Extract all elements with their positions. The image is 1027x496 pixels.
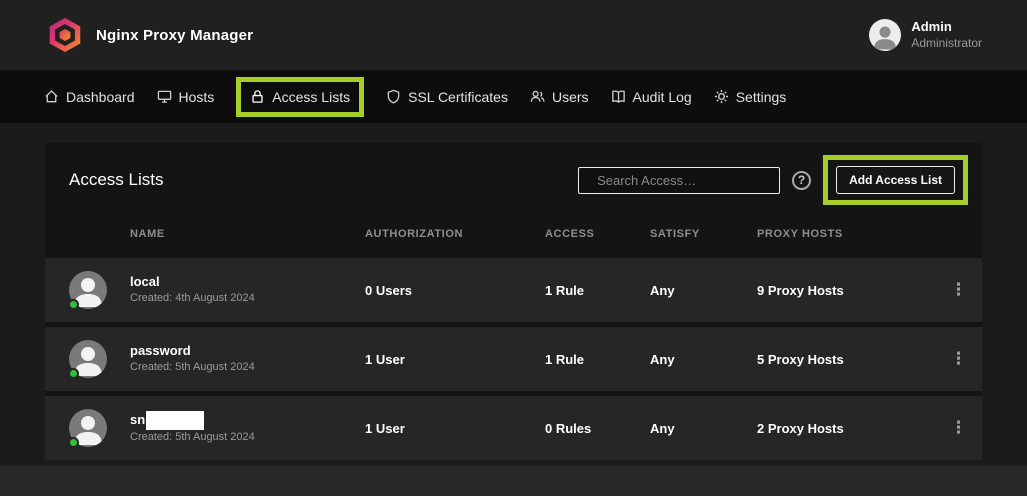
satisfy-cell: Any	[650, 421, 757, 436]
kebab-menu-icon[interactable]: ⋮	[946, 347, 971, 372]
app-header: Nginx Proxy Manager Admin Administrator	[0, 0, 1027, 70]
monitor-icon	[157, 89, 172, 104]
authorization-cell: 1 User	[365, 421, 545, 436]
nav-label: Hosts	[179, 89, 215, 105]
access-cell: 0 Rules	[545, 421, 650, 436]
authorization-cell: 1 User	[365, 352, 545, 367]
access-cell: 1 Rule	[545, 283, 650, 298]
nav-label: Users	[552, 89, 589, 105]
name-cell: local Created: 4th August 2024	[130, 273, 365, 307]
book-icon	[611, 89, 626, 104]
users-icon	[530, 89, 545, 104]
name-cell: sn Created: 5th August 2024	[130, 411, 365, 445]
nav-label: SSL Certificates	[408, 89, 508, 105]
nav-item-dashboard[interactable]: Dashboard	[44, 89, 135, 105]
column-proxy-hosts: Proxy Hosts	[757, 228, 935, 240]
avatar	[69, 271, 107, 309]
proxy-hosts-cell: 5 Proxy Hosts	[757, 352, 935, 367]
nav-item-audit-log[interactable]: Audit Log	[611, 89, 692, 105]
card-header: Access Lists ? Add Access List	[45, 143, 982, 215]
avatar	[69, 340, 107, 378]
add-access-list-button[interactable]: Add Access List	[836, 166, 955, 194]
app-title: Nginx Proxy Manager	[96, 27, 253, 44]
access-list-name: password	[130, 342, 365, 360]
table-row[interactable]: password Created: 5th August 2024 1 User…	[45, 327, 982, 391]
shield-icon	[386, 89, 401, 104]
kebab-menu-icon[interactable]: ⋮	[946, 416, 971, 441]
proxy-hosts-cell: 2 Proxy Hosts	[757, 421, 935, 436]
created-date: Created: 5th August 2024	[130, 430, 365, 445]
annotation-add-access-list: Add Access List	[823, 155, 968, 205]
nav-item-users[interactable]: Users	[530, 89, 589, 105]
avatar-cell	[45, 271, 130, 309]
access-list-name: local	[130, 273, 365, 291]
nav-item-ssl-certificates[interactable]: SSL Certificates	[386, 89, 508, 105]
column-access: Access	[545, 228, 650, 240]
avatar-cell	[45, 409, 130, 447]
main-nav: Dashboard Hosts Access Lists SSL Certifi…	[0, 70, 1027, 123]
nav-item-settings[interactable]: Settings	[714, 89, 787, 105]
column-name: Name	[130, 228, 365, 240]
nav-item-access-lists[interactable]: Access Lists	[236, 77, 364, 117]
home-icon	[44, 89, 59, 104]
nav-label: Dashboard	[66, 89, 135, 105]
avatar-cell	[45, 340, 130, 378]
search-input[interactable]	[597, 173, 773, 188]
help-icon[interactable]: ?	[792, 171, 811, 190]
satisfy-cell: Any	[650, 352, 757, 367]
card-header-actions: ? Add Access List	[578, 155, 968, 205]
access-lists-card: Access Lists ? Add Access List Name Auth…	[45, 143, 982, 460]
status-online-dot	[68, 437, 79, 448]
user-text: Admin Administrator	[911, 19, 982, 50]
footer-strip	[0, 466, 1027, 496]
redaction-box	[146, 411, 204, 430]
column-satisfy: Satisfy	[650, 228, 757, 240]
status-online-dot	[68, 368, 79, 379]
created-date: Created: 5th August 2024	[130, 360, 365, 375]
page-title: Access Lists	[69, 170, 163, 190]
gear-icon	[714, 89, 729, 104]
user-menu[interactable]: Admin Administrator	[869, 19, 982, 51]
actions-cell: ⋮	[935, 278, 982, 303]
user-name: Admin	[911, 19, 982, 35]
nav-label: Settings	[736, 89, 787, 105]
table-row[interactable]: local Created: 4th August 2024 0 Users 1…	[45, 258, 982, 322]
nav-item-hosts[interactable]: Hosts	[157, 89, 215, 105]
satisfy-cell: Any	[650, 283, 757, 298]
table-row[interactable]: sn Created: 5th August 2024 1 User 0 Rul…	[45, 396, 982, 460]
kebab-menu-icon[interactable]: ⋮	[946, 278, 971, 303]
table-header: Name Authorization Access Satisfy Proxy …	[45, 215, 982, 253]
proxy-hosts-cell: 9 Proxy Hosts	[757, 283, 935, 298]
status-online-dot	[68, 299, 79, 310]
user-avatar	[869, 19, 901, 51]
access-cell: 1 Rule	[545, 352, 650, 367]
person-icon	[870, 21, 900, 51]
access-list-name-text: sn	[130, 412, 145, 427]
actions-cell: ⋮	[935, 347, 982, 372]
access-list-name: sn	[130, 411, 365, 430]
created-date: Created: 4th August 2024	[130, 291, 365, 306]
avatar	[69, 409, 107, 447]
lock-icon	[250, 89, 265, 104]
actions-cell: ⋮	[935, 416, 982, 441]
name-cell: password Created: 5th August 2024	[130, 342, 365, 376]
app-logo-icon	[48, 18, 82, 52]
authorization-cell: 0 Users	[365, 283, 545, 298]
nav-label: Audit Log	[633, 89, 692, 105]
nav-label: Access Lists	[272, 89, 350, 105]
content-area: Access Lists ? Add Access List Name Auth…	[0, 123, 1027, 466]
search-box	[578, 167, 780, 194]
user-role: Administrator	[911, 36, 982, 51]
column-authorization: Authorization	[365, 228, 545, 240]
